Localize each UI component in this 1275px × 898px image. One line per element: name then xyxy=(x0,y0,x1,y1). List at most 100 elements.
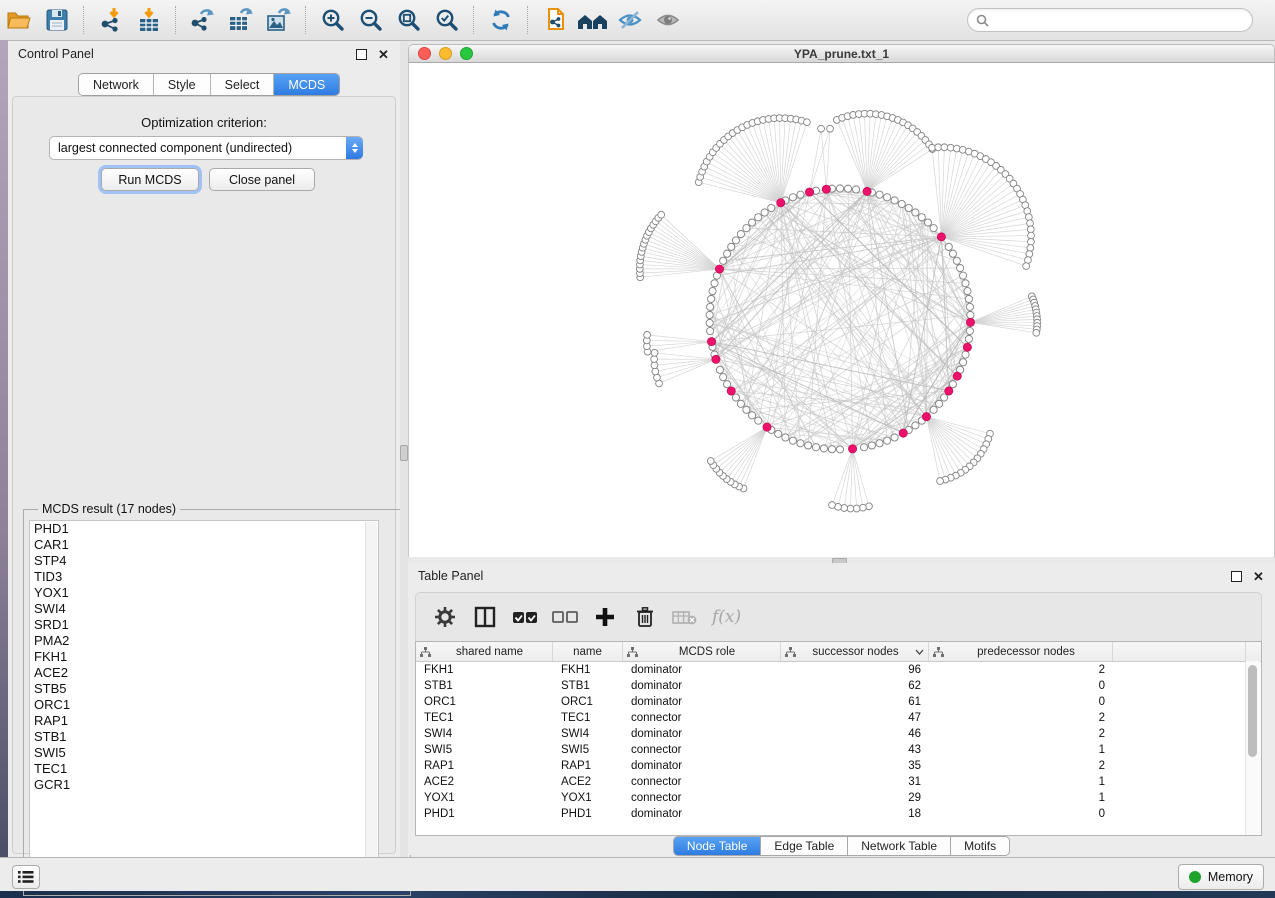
mcds-hub-node[interactable] xyxy=(863,187,871,195)
network-node[interactable] xyxy=(775,430,782,437)
network-node[interactable] xyxy=(1025,214,1032,221)
close-panel-icon-button[interactable]: ✕ xyxy=(377,48,390,61)
mcds-result-item[interactable]: ACE2 xyxy=(30,665,378,681)
network-node[interactable] xyxy=(1033,329,1040,336)
network-node[interactable] xyxy=(723,381,730,388)
network-node[interactable] xyxy=(836,446,843,453)
network-node[interactable] xyxy=(652,368,659,375)
tab-style[interactable]: Style xyxy=(154,74,211,95)
deselect-all-rows-button[interactable] xyxy=(548,600,582,634)
tab-network-table[interactable]: Network Table xyxy=(848,836,951,856)
mcds-result-item[interactable]: TID3 xyxy=(30,569,378,585)
network-node[interactable] xyxy=(804,119,811,126)
network-node[interactable] xyxy=(847,505,854,512)
network-node[interactable] xyxy=(964,287,971,294)
network-node[interactable] xyxy=(829,502,836,509)
mcds-hub-node[interactable] xyxy=(805,188,813,196)
network-node[interactable] xyxy=(728,243,735,250)
mcds-hub-node[interactable] xyxy=(945,387,953,395)
network-node[interactable] xyxy=(836,185,843,192)
run-mcds-button[interactable]: Run MCDS xyxy=(101,168,199,191)
export-table-button[interactable] xyxy=(224,4,258,36)
column-header-shared-name[interactable]: shared name xyxy=(416,642,553,661)
network-node[interactable] xyxy=(860,444,867,451)
network-node[interactable] xyxy=(1027,245,1034,252)
function-builder-button[interactable]: f(x) xyxy=(708,600,745,634)
mcds-result-item[interactable]: RAP1 xyxy=(30,713,378,729)
network-node[interactable] xyxy=(1028,238,1035,245)
table-scrollbar[interactable] xyxy=(1245,661,1260,835)
open-file-button[interactable] xyxy=(2,4,36,36)
network-node[interactable] xyxy=(709,287,716,294)
show-columns-button[interactable] xyxy=(468,600,502,634)
network-node[interactable] xyxy=(949,250,956,257)
close-panel-button[interactable]: Close panel xyxy=(209,168,315,191)
network-node[interactable] xyxy=(960,359,967,366)
network-node[interactable] xyxy=(748,412,755,419)
network-node[interactable] xyxy=(966,327,973,334)
mcds-hub-node[interactable] xyxy=(707,337,715,345)
table-row[interactable]: PHD1PHD1dominator180 xyxy=(416,806,1261,822)
network-node[interactable] xyxy=(708,295,715,302)
search-box[interactable] xyxy=(967,8,1253,32)
mcds-hub-node[interactable] xyxy=(727,387,735,395)
network-node[interactable] xyxy=(841,505,848,512)
network-node[interactable] xyxy=(953,257,960,264)
network-node[interactable] xyxy=(805,442,812,449)
mcds-result-item[interactable]: FKH1 xyxy=(30,649,378,665)
mcds-hub-node[interactable] xyxy=(966,318,974,326)
tab-node-table[interactable]: Node Table xyxy=(673,836,762,856)
home-sessions-button[interactable] xyxy=(576,4,610,36)
network-node[interactable] xyxy=(755,417,762,424)
memory-button[interactable]: Memory xyxy=(1178,864,1264,890)
network-node[interactable] xyxy=(929,144,936,151)
network-node[interactable] xyxy=(732,237,739,244)
refresh-layout-button[interactable] xyxy=(484,4,518,36)
network-node[interactable] xyxy=(820,445,827,452)
network-node[interactable] xyxy=(912,209,919,216)
table-row[interactable]: ORC1ORC1dominator610 xyxy=(416,694,1261,710)
mcds-result-item[interactable]: PHD1 xyxy=(30,521,378,537)
network-node[interactable] xyxy=(957,264,964,271)
mcds-result-item[interactable]: GCR1 xyxy=(30,777,378,793)
table-settings-button[interactable] xyxy=(428,600,462,634)
network-node[interactable] xyxy=(797,191,804,198)
mcds-result-item[interactable]: SWI5 xyxy=(30,745,378,761)
import-network-button[interactable] xyxy=(94,4,128,36)
network-node[interactable] xyxy=(748,219,755,226)
network-node[interactable] xyxy=(707,303,714,310)
network-node[interactable] xyxy=(891,197,898,204)
mcds-hub-node[interactable] xyxy=(899,429,907,437)
network-node[interactable] xyxy=(716,366,723,373)
mcds-result-item[interactable]: PMA2 xyxy=(30,633,378,649)
network-node[interactable] xyxy=(797,440,804,447)
mcds-result-item[interactable]: STP4 xyxy=(30,553,378,569)
network-node[interactable] xyxy=(941,144,948,151)
network-node[interactable] xyxy=(658,211,665,218)
network-node[interactable] xyxy=(891,434,898,441)
network-node[interactable] xyxy=(930,225,937,232)
float-panel-button[interactable] xyxy=(1230,570,1243,583)
network-node[interactable] xyxy=(918,214,925,221)
table-row[interactable]: SWI4SWI4dominator462 xyxy=(416,726,1261,742)
network-node[interactable] xyxy=(761,209,768,216)
network-node[interactable] xyxy=(737,231,744,238)
network-node[interactable] xyxy=(930,406,937,413)
scrollbar-thumb[interactable] xyxy=(1248,665,1257,757)
mcds-hub-node[interactable] xyxy=(763,423,771,431)
network-window-titlebar[interactable]: YPA_prune.txt_1 xyxy=(408,44,1275,63)
network-node[interactable] xyxy=(966,303,973,310)
network-node[interactable] xyxy=(782,434,789,441)
mcds-hub-node[interactable] xyxy=(963,343,971,351)
show-all-button[interactable] xyxy=(652,4,686,36)
network-node[interactable] xyxy=(827,125,834,132)
network-node[interactable] xyxy=(1027,226,1034,233)
network-node[interactable] xyxy=(940,394,947,401)
hide-selection-button[interactable] xyxy=(614,4,648,36)
network-canvas[interactable] xyxy=(408,63,1275,557)
splitter-grip[interactable] xyxy=(400,445,408,461)
network-node[interactable] xyxy=(743,225,750,232)
close-panel-icon-button[interactable]: ✕ xyxy=(1252,570,1265,583)
optimization-criterion-select[interactable]: largest connected component (undirected) xyxy=(49,136,363,160)
network-node[interactable] xyxy=(732,394,739,401)
